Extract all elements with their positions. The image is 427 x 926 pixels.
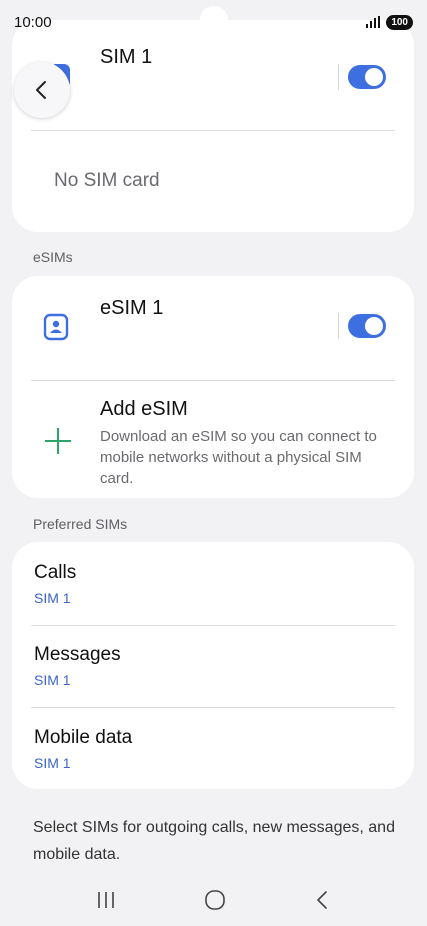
preferred-sims-section-label: Preferred SIMs bbox=[33, 516, 128, 532]
mobile-data-title: Mobile data bbox=[34, 727, 133, 748]
sim-card: SIM 1 No SIM card bbox=[12, 20, 414, 232]
mobile-data-row[interactable]: Mobile data SIM 1 bbox=[12, 707, 414, 789]
navigation-bar bbox=[12, 880, 414, 920]
esim1-row[interactable]: eSIM 1 bbox=[12, 276, 414, 380]
esim1-toggle[interactable] bbox=[348, 314, 386, 338]
preferred-sims-card: Calls SIM 1 Messages SIM 1 Mobile data S… bbox=[12, 542, 414, 789]
battery-badge: 100 bbox=[386, 14, 413, 30]
toggle-separator bbox=[338, 64, 339, 90]
status-time: 10:00 bbox=[14, 13, 52, 31]
divider bbox=[31, 130, 395, 131]
esims-section-label: eSIMs bbox=[33, 249, 73, 265]
back-button[interactable] bbox=[14, 62, 70, 118]
esim1-title: eSIM 1 bbox=[100, 297, 164, 319]
home-icon[interactable] bbox=[203, 888, 227, 912]
add-esim-description: Download an eSIM so you can connect to m… bbox=[100, 428, 377, 487]
add-esim-row[interactable]: Add eSIM Download an eSIM so you can con… bbox=[12, 380, 414, 498]
footer-note: Select SIMs for outgoing calls, new mess… bbox=[33, 819, 395, 863]
chevron-left-icon bbox=[36, 81, 46, 99]
no-sim-text: No SIM card bbox=[54, 170, 160, 191]
calls-row[interactable]: Calls SIM 1 bbox=[12, 542, 414, 625]
add-esim-title: Add eSIM bbox=[100, 398, 188, 420]
toggle-separator bbox=[338, 313, 339, 339]
esims-card: eSIM 1 Add eSIM Download an eSIM so you … bbox=[12, 276, 414, 498]
plus-icon bbox=[45, 428, 71, 454]
signal-icon bbox=[366, 16, 381, 28]
sim1-toggle[interactable] bbox=[348, 65, 386, 89]
sim1-title: SIM 1 bbox=[100, 46, 153, 68]
status-icons: 100 bbox=[366, 14, 413, 30]
sim-card-icon bbox=[43, 313, 69, 341]
mobile-data-value: SIM 1 bbox=[34, 755, 71, 771]
calls-title: Calls bbox=[34, 562, 77, 583]
messages-value: SIM 1 bbox=[34, 672, 71, 688]
messages-row[interactable]: Messages SIM 1 bbox=[12, 625, 414, 707]
messages-title: Messages bbox=[34, 644, 121, 665]
recent-apps-icon[interactable] bbox=[94, 889, 118, 911]
calls-value: SIM 1 bbox=[34, 590, 71, 606]
status-bar: 10:00 100 bbox=[0, 0, 427, 44]
back-nav-icon[interactable] bbox=[312, 889, 332, 911]
